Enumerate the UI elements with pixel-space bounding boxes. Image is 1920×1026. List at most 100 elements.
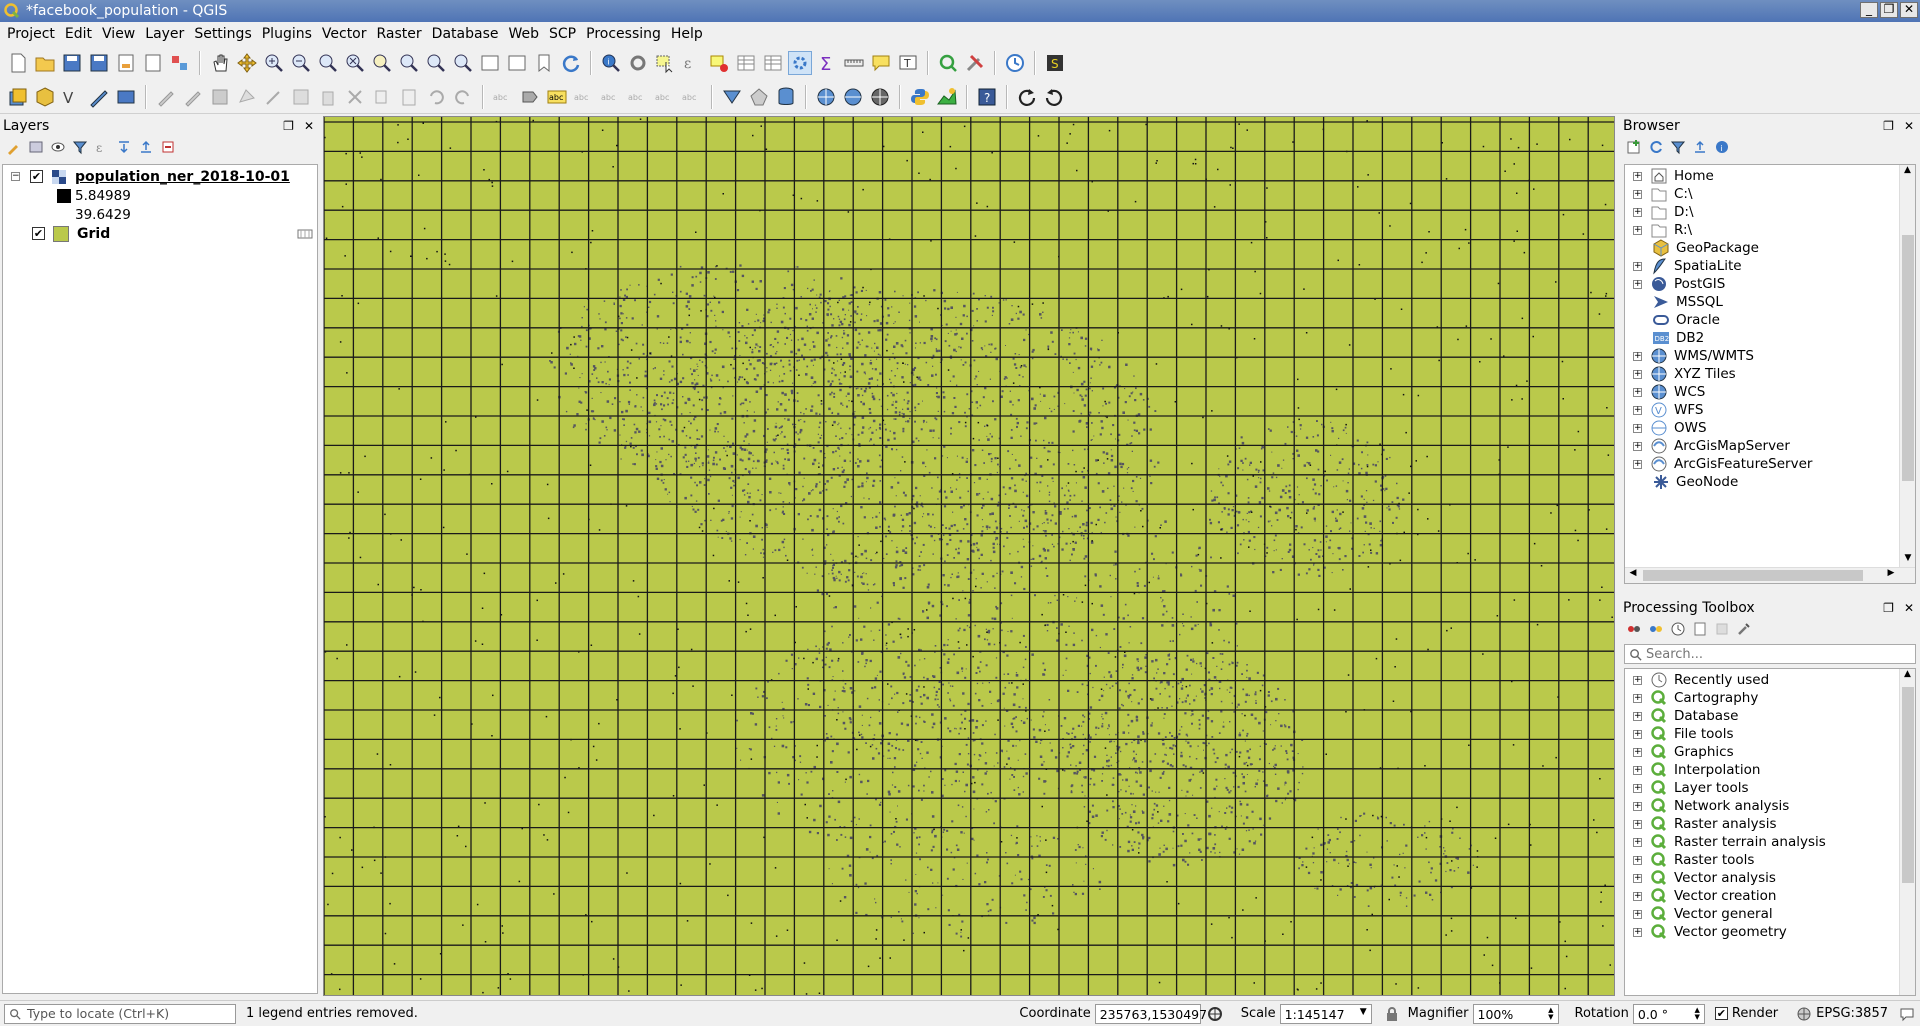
expand-toggle[interactable]: +: [1633, 891, 1642, 901]
messages-icon[interactable]: [1898, 1006, 1916, 1022]
expand-toggle[interactable]: +: [1633, 819, 1642, 829]
menu-plugins[interactable]: Plugins: [257, 24, 317, 44]
menu-raster[interactable]: Raster: [372, 24, 427, 44]
filter-browser-icon[interactable]: [1670, 139, 1686, 155]
expand-toggle[interactable]: +: [1633, 351, 1642, 361]
history-icon[interactable]: [1670, 621, 1686, 637]
add-wms-layer-icon[interactable]: [814, 85, 838, 109]
options-icon[interactable]: [1736, 621, 1752, 637]
zoom-last-icon[interactable]: [424, 51, 448, 75]
models-icon[interactable]: [1626, 621, 1642, 637]
zoom-to-selection-icon[interactable]: [370, 51, 394, 75]
layer-row-population[interactable]: − ✔ population_ner_2018-10-01: [3, 167, 317, 186]
pan-to-selection-icon[interactable]: [235, 51, 259, 75]
add-selected-layers-icon[interactable]: [1626, 139, 1642, 155]
layout-manager-icon[interactable]: [141, 51, 165, 75]
browser-item[interactable]: DB2 DB2: [1625, 329, 1915, 347]
browser-item[interactable]: GeoPackage: [1625, 239, 1915, 257]
map-canvas[interactable]: [323, 116, 1615, 996]
crs-globe-icon[interactable]: [1796, 1006, 1812, 1022]
browser-item[interactable]: + OWS: [1625, 419, 1915, 437]
chevron-down-icon[interactable]: ▼: [1360, 1007, 1367, 1021]
identify-icon[interactable]: i: [599, 51, 623, 75]
layer-row-grid[interactable]: ✔ Grid: [3, 224, 317, 243]
zoom-next-icon[interactable]: [451, 51, 475, 75]
menu-scp[interactable]: SCP: [544, 24, 581, 44]
pan-icon[interactable]: [208, 51, 232, 75]
browser-item[interactable]: + WCS: [1625, 383, 1915, 401]
temporal-icon[interactable]: [1003, 51, 1027, 75]
virtual-layer-icon[interactable]: [114, 85, 138, 109]
scroll-thumb[interactable]: [1902, 235, 1914, 481]
menu-view[interactable]: View: [97, 24, 140, 44]
browser-item[interactable]: + D:\: [1625, 203, 1915, 221]
processing-group[interactable]: + Recently used: [1625, 671, 1915, 689]
georeferencer-icon[interactable]: [935, 85, 959, 109]
scroll-up-arrow[interactable]: ▲: [1900, 165, 1915, 181]
spin-arrows-icon[interactable]: ▲ ▼: [1694, 1006, 1699, 1021]
browser-item[interactable]: + R:\: [1625, 221, 1915, 239]
zoom-out-icon[interactable]: [289, 51, 313, 75]
attribute-table-icon[interactable]: [734, 51, 758, 75]
browser-item[interactable]: + ArcGisFeatureServer: [1625, 455, 1915, 473]
style-panel-icon[interactable]: [6, 139, 22, 155]
close-panel-icon[interactable]: ✕: [304, 119, 314, 133]
expand-all-icon[interactable]: [116, 139, 132, 155]
scroll-thumb[interactable]: [1902, 687, 1914, 883]
rotation-spinbox[interactable]: 0.0 ° ▲ ▼: [1632, 1003, 1705, 1024]
results-viewer-icon[interactable]: [1692, 621, 1708, 637]
close-panel-icon[interactable]: ✕: [1904, 601, 1914, 615]
python-console-icon[interactable]: [908, 85, 932, 109]
collapse-all-icon[interactable]: [1692, 139, 1708, 155]
spin-arrows-icon[interactable]: ▲ ▼: [1548, 1006, 1553, 1021]
database-icon[interactable]: [774, 85, 798, 109]
browser-item[interactable]: + SpatiaLite: [1625, 257, 1915, 275]
open-project-icon[interactable]: [33, 51, 57, 75]
expand-toggle[interactable]: +: [1633, 225, 1642, 235]
collapse-all-icon[interactable]: [138, 139, 154, 155]
processing-group[interactable]: + Database: [1625, 707, 1915, 725]
processing-group[interactable]: + Cartography: [1625, 689, 1915, 707]
lock-scale-icon[interactable]: [1384, 1006, 1400, 1022]
expand-toggle[interactable]: +: [1633, 693, 1642, 703]
rotate-ccw-icon[interactable]: [1042, 85, 1066, 109]
expand-toggle[interactable]: +: [1633, 387, 1642, 397]
bookmark-icon[interactable]: [532, 51, 556, 75]
expand-toggle[interactable]: +: [1633, 909, 1642, 919]
float-panel-icon[interactable]: ❐: [283, 119, 294, 133]
browser-item[interactable]: + Home: [1625, 167, 1915, 185]
properties-icon[interactable]: i: [1714, 139, 1730, 155]
processing-group[interactable]: + File tools: [1625, 725, 1915, 743]
expand-toggle[interactable]: +: [1633, 765, 1642, 775]
expand-toggle[interactable]: +: [1633, 261, 1642, 271]
layer-labeling-icon[interactable]: abc: [545, 85, 569, 109]
processing-search-box[interactable]: [1624, 644, 1916, 664]
processing-group[interactable]: + Vector creation: [1625, 887, 1915, 905]
scroll-right-arrow[interactable]: ▶: [1883, 568, 1899, 583]
scp-plugin-icon[interactable]: S: [1043, 51, 1067, 75]
processing-toolbox-icon[interactable]: [788, 51, 812, 75]
layer-visibility-checkbox[interactable]: ✔: [32, 227, 45, 240]
processing-group[interactable]: + Layer tools: [1625, 779, 1915, 797]
processing-group[interactable]: + Vector analysis: [1625, 869, 1915, 887]
processing-group[interactable]: + Vector geometry: [1625, 923, 1915, 941]
zoom-in-icon[interactable]: [262, 51, 286, 75]
add-wfs-layer-icon[interactable]: [868, 85, 892, 109]
expand-toggle[interactable]: +: [1633, 855, 1642, 865]
locator-bar[interactable]: Type to locate (Ctrl+K): [4, 1003, 236, 1024]
expand-toggle[interactable]: +: [1633, 873, 1642, 883]
expand-toggle[interactable]: +: [1633, 189, 1642, 199]
text-annotation-icon[interactable]: T: [896, 51, 920, 75]
processing-group[interactable]: + Graphics: [1625, 743, 1915, 761]
select-by-expression-icon[interactable]: ε: [680, 51, 704, 75]
filter-by-expression-icon[interactable]: ε: [94, 139, 110, 155]
browser-item[interactable]: + V WFS: [1625, 401, 1915, 419]
close-panel-icon[interactable]: ✕: [1904, 119, 1914, 133]
save-as-icon[interactable]: [87, 51, 111, 75]
data-source-manager-icon[interactable]: [6, 85, 30, 109]
new-3d-view-icon[interactable]: [505, 51, 529, 75]
label-style-icon[interactable]: [518, 85, 542, 109]
browser-item[interactable]: + C:\: [1625, 185, 1915, 203]
db-manager-icon[interactable]: [720, 85, 744, 109]
processing-group[interactable]: + Network analysis: [1625, 797, 1915, 815]
